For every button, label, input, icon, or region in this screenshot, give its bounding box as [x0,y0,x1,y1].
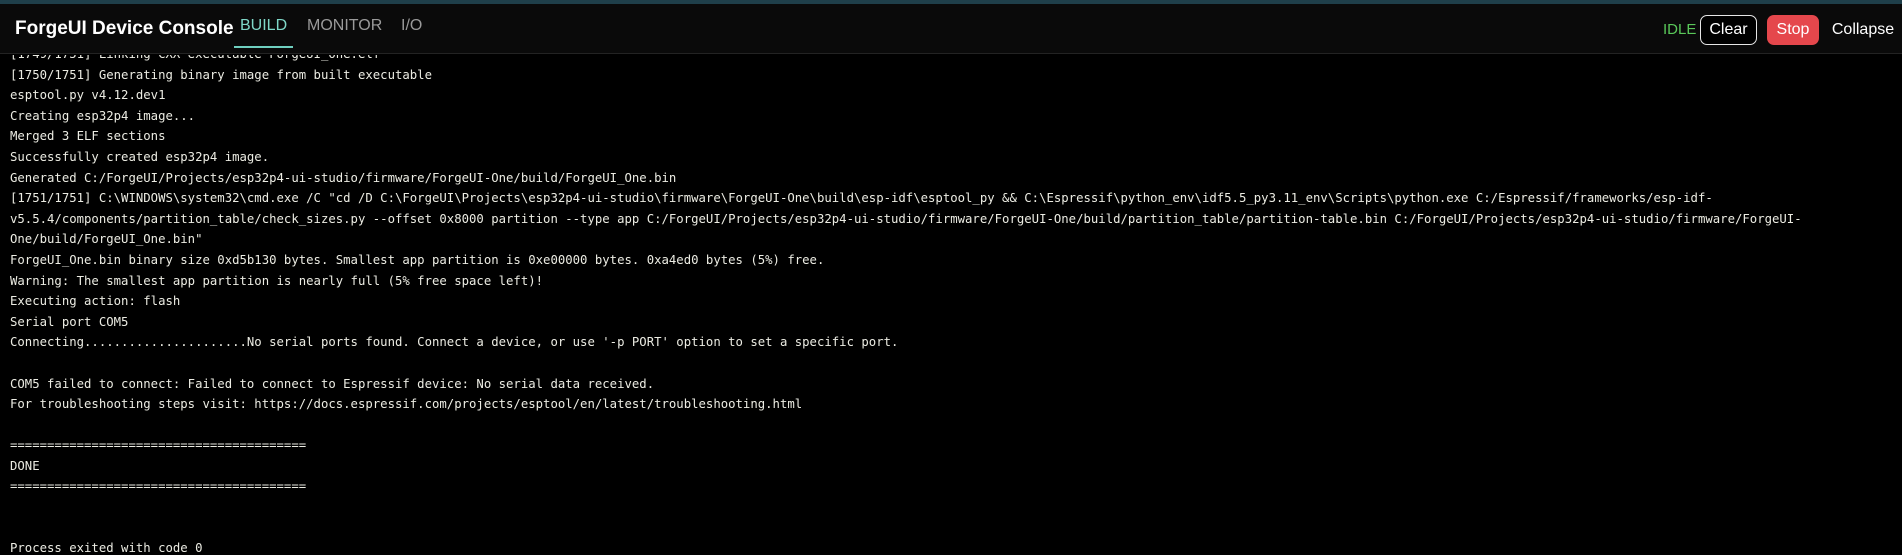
stop-button[interactable]: Stop [1767,15,1819,45]
collapse-button[interactable]: Collapse [1830,15,1896,45]
log-line: One/build/ForgeUI_One.bin" [10,232,203,247]
tab-monitor[interactable]: MONITOR [307,17,382,47]
log-line: DONE [10,458,40,473]
log-line: ======================================== [10,479,307,494]
clear-button[interactable]: Clear [1700,15,1757,45]
log-line: Generated C:/ForgeUI/Projects/esp32p4-ui… [10,170,677,185]
tab-build[interactable]: BUILD [233,17,294,48]
console-output[interactable]: [1749/1751] Linking CXX executable Forge… [0,55,1902,555]
log-line: Serial port COM5 [10,314,129,329]
console-log: [1749/1751] Linking CXX executable Forge… [10,55,1890,555]
log-line: ======================================== [10,438,307,453]
log-line: [1749/1751] Linking CXX executable Forge… [10,55,1890,65]
log-line: Connecting......................No seria… [10,335,899,350]
log-line: Merged 3 ELF sections [10,129,166,144]
log-line: Warning: The smallest app partition is n… [10,273,544,288]
log-line: v5.5.4/components/partition_table/check_… [10,211,1802,226]
log-line: Successfully created esp32p4 image. [10,149,270,164]
log-line: Process exited with code 0 [10,541,203,555]
status-badge: IDLE [1663,21,1697,38]
log-line: esptool.py v4.12.dev1 [10,88,166,103]
log-line: Creating esp32p4 image... [10,108,196,123]
console-header: ForgeUI Device Console BUILD MONITOR I/O… [0,4,1902,54]
log-line: Executing action: flash [10,294,181,309]
tab-io[interactable]: I/O [401,17,422,47]
log-line: [1751/1751] C:\WINDOWS\system32\cmd.exe … [10,191,1713,206]
log-line: COM5 failed to connect: Failed to connec… [10,376,655,391]
log-line: ForgeUI_One.bin binary size 0xd5b130 byt… [10,252,825,267]
log-line: For troubleshooting steps visit: https:/… [10,397,803,412]
app-title: ForgeUI Device Console [15,18,234,39]
log-line: [1750/1751] Generating binary image from… [10,67,432,82]
